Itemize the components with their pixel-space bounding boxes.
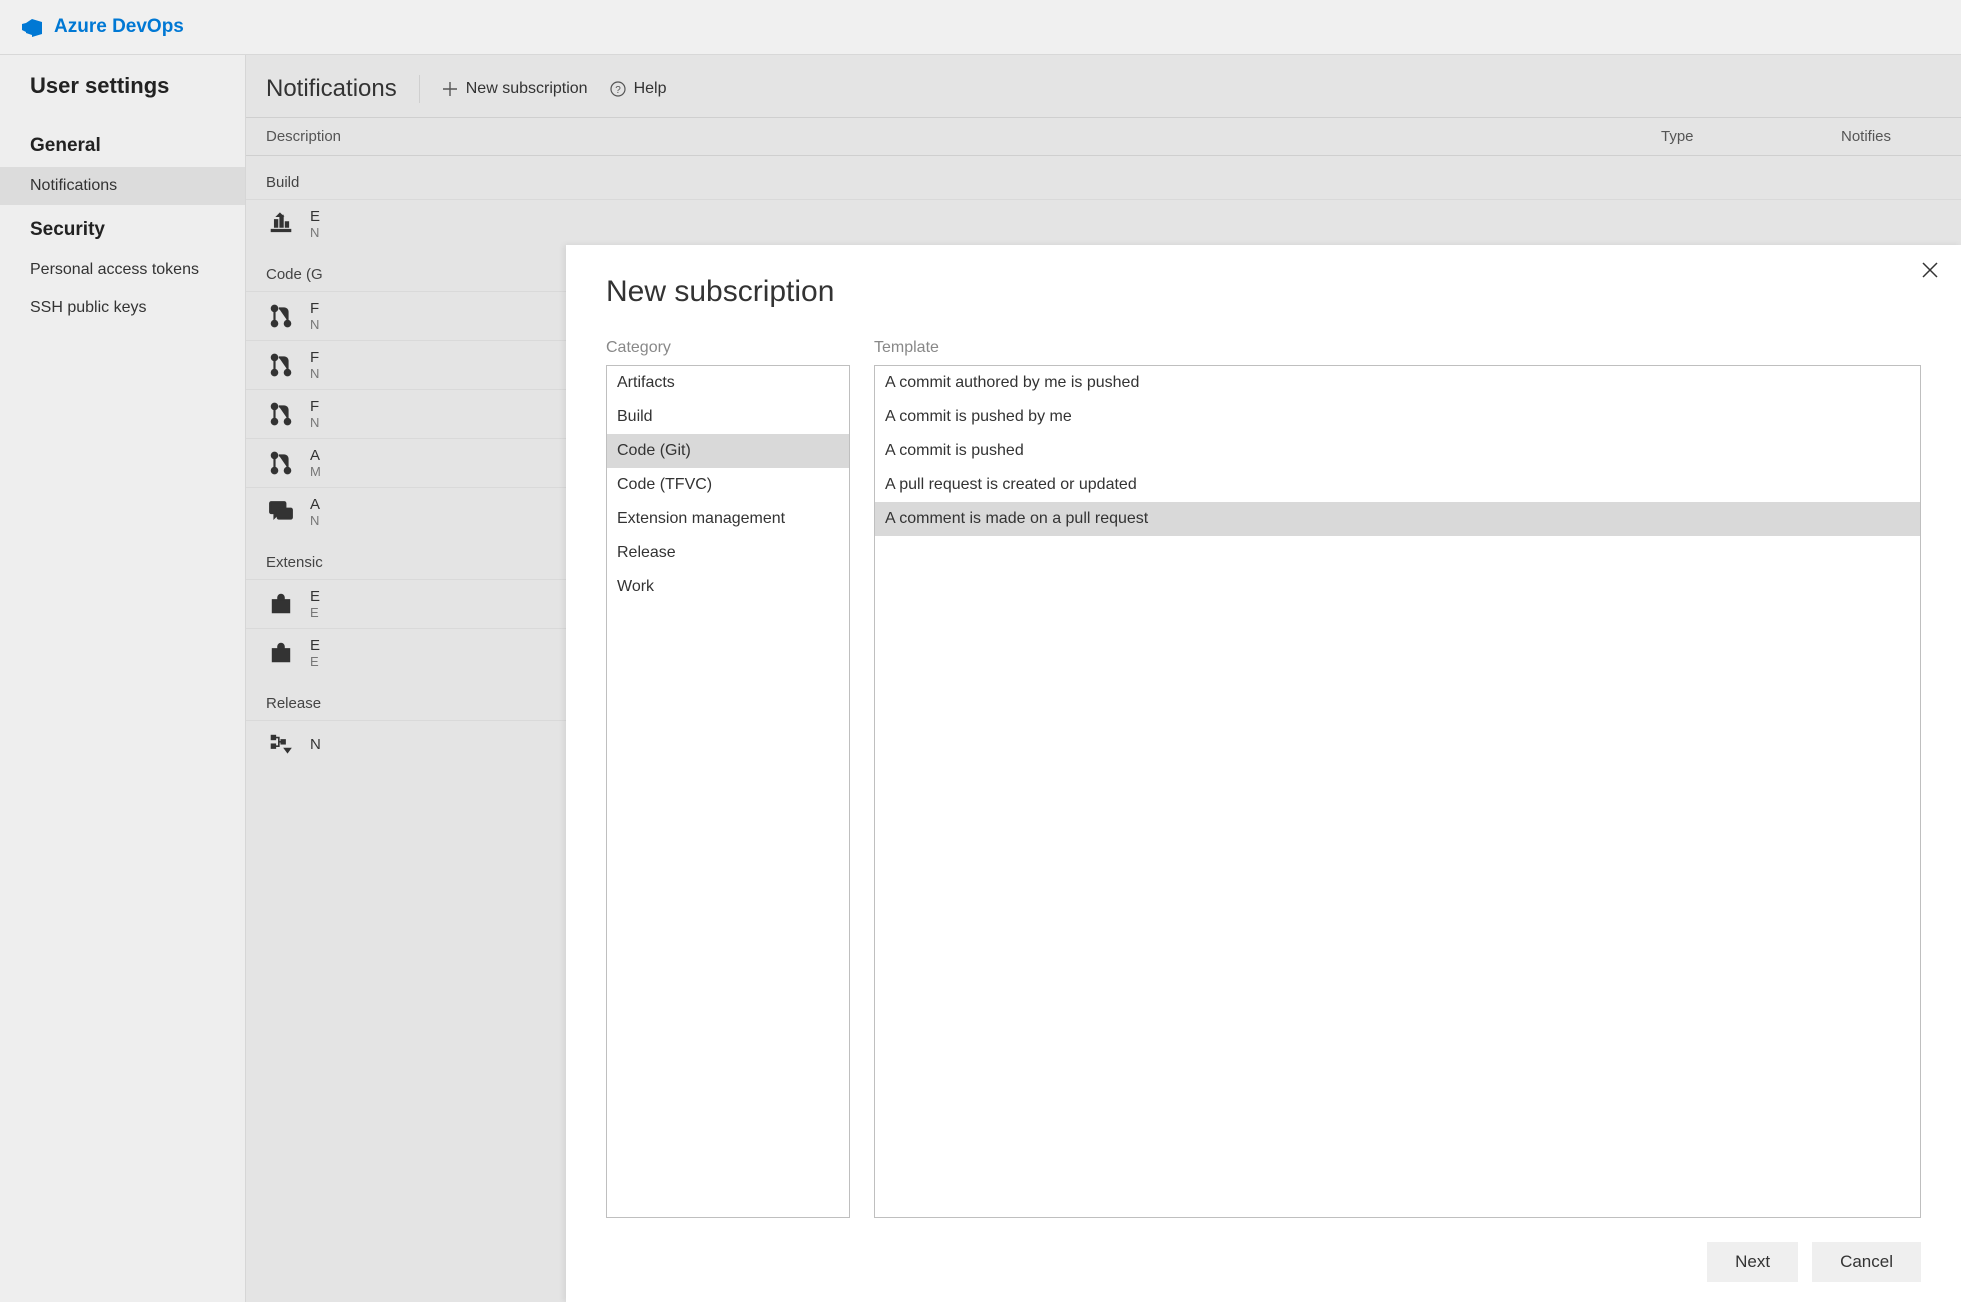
help-button[interactable]: ? Help	[610, 80, 667, 98]
row-subtitle: M	[310, 464, 321, 479]
column-headers: Description Type Notifies	[246, 118, 1961, 156]
pr-icon	[266, 301, 296, 331]
col-type: Type	[1661, 128, 1841, 145]
category-column-label: Category	[606, 339, 850, 357]
pr-icon	[266, 350, 296, 380]
sidebar-item-pat[interactable]: Personal access tokens	[0, 251, 245, 289]
dialog-title: New subscription	[606, 275, 1921, 309]
new-subscription-label: New subscription	[466, 80, 588, 98]
sidebar-title: User settings	[0, 73, 245, 121]
main-content: Notifications New subscription ? Help De…	[246, 55, 1961, 1302]
category-listbox[interactable]: ArtifactsBuildCode (Git)Code (TFVC)Exten…	[606, 365, 850, 1218]
sidebar-item-ssh[interactable]: SSH public keys	[0, 289, 245, 327]
pr-icon	[266, 399, 296, 429]
product-logo[interactable]: Azure DevOps	[20, 15, 184, 39]
category-option[interactable]: Release	[607, 536, 849, 570]
group-label: Build	[246, 156, 1961, 199]
category-option[interactable]: Code (Git)	[607, 434, 849, 468]
cancel-button[interactable]: Cancel	[1812, 1242, 1921, 1282]
dialog-close-button[interactable]	[1921, 261, 1939, 284]
row-title: N	[310, 736, 321, 753]
page-header: Notifications New subscription ? Help	[246, 55, 1961, 118]
next-button[interactable]: Next	[1707, 1242, 1798, 1282]
row-subtitle: N	[310, 415, 319, 430]
build-icon	[266, 209, 296, 239]
template-option[interactable]: A comment is made on a pull request	[875, 502, 1920, 536]
col-notifies: Notifies	[1841, 128, 1941, 145]
row-title: E	[310, 208, 320, 225]
sidebar-group-general: General	[0, 121, 245, 167]
chat-icon	[266, 497, 296, 527]
notification-row[interactable]: EN	[246, 199, 1961, 248]
svg-text:?: ?	[615, 85, 621, 96]
sidebar: User settings General Notifications Secu…	[0, 55, 246, 1302]
row-subtitle: E	[310, 654, 320, 669]
category-option[interactable]: Code (TFVC)	[607, 468, 849, 502]
row-subtitle: N	[310, 225, 320, 240]
pr-icon	[266, 448, 296, 478]
dialog-footer: Next Cancel	[606, 1218, 1921, 1282]
col-description: Description	[266, 128, 1661, 145]
template-option[interactable]: A pull request is created or updated	[875, 468, 1920, 502]
row-subtitle: N	[310, 513, 320, 528]
close-icon	[1921, 261, 1939, 279]
category-option[interactable]: Build	[607, 400, 849, 434]
top-header: Azure DevOps	[0, 0, 1961, 55]
template-option[interactable]: A commit authored by me is pushed	[875, 366, 1920, 400]
new-subscription-dialog: New subscription Category Template Artif…	[566, 245, 1961, 1302]
page-title: Notifications	[266, 75, 420, 103]
row-subtitle: E	[310, 605, 320, 620]
bag-icon	[266, 638, 296, 668]
category-option[interactable]: Artifacts	[607, 366, 849, 400]
row-title: F	[310, 300, 319, 317]
bag-icon	[266, 589, 296, 619]
help-label: Help	[634, 80, 667, 98]
category-option[interactable]: Work	[607, 570, 849, 604]
plus-icon	[442, 81, 458, 97]
template-option[interactable]: A commit is pushed	[875, 434, 1920, 468]
help-icon: ?	[610, 81, 626, 97]
row-title: E	[310, 637, 320, 654]
row-title: A	[310, 447, 321, 464]
sidebar-group-security: Security	[0, 205, 245, 251]
sidebar-item-notifications[interactable]: Notifications	[0, 167, 245, 205]
template-listbox[interactable]: A commit authored by me is pushedA commi…	[874, 365, 1921, 1218]
row-title: F	[310, 398, 319, 415]
release-icon	[266, 729, 296, 759]
template-option[interactable]: A commit is pushed by me	[875, 400, 1920, 434]
azure-devops-icon	[20, 15, 44, 39]
row-title: F	[310, 349, 319, 366]
product-name: Azure DevOps	[54, 16, 184, 38]
row-subtitle: N	[310, 366, 319, 381]
row-title: E	[310, 588, 320, 605]
category-option[interactable]: Extension management	[607, 502, 849, 536]
row-subtitle: N	[310, 317, 319, 332]
template-column-label: Template	[874, 339, 939, 357]
row-title: A	[310, 496, 320, 513]
new-subscription-button[interactable]: New subscription	[442, 80, 588, 98]
